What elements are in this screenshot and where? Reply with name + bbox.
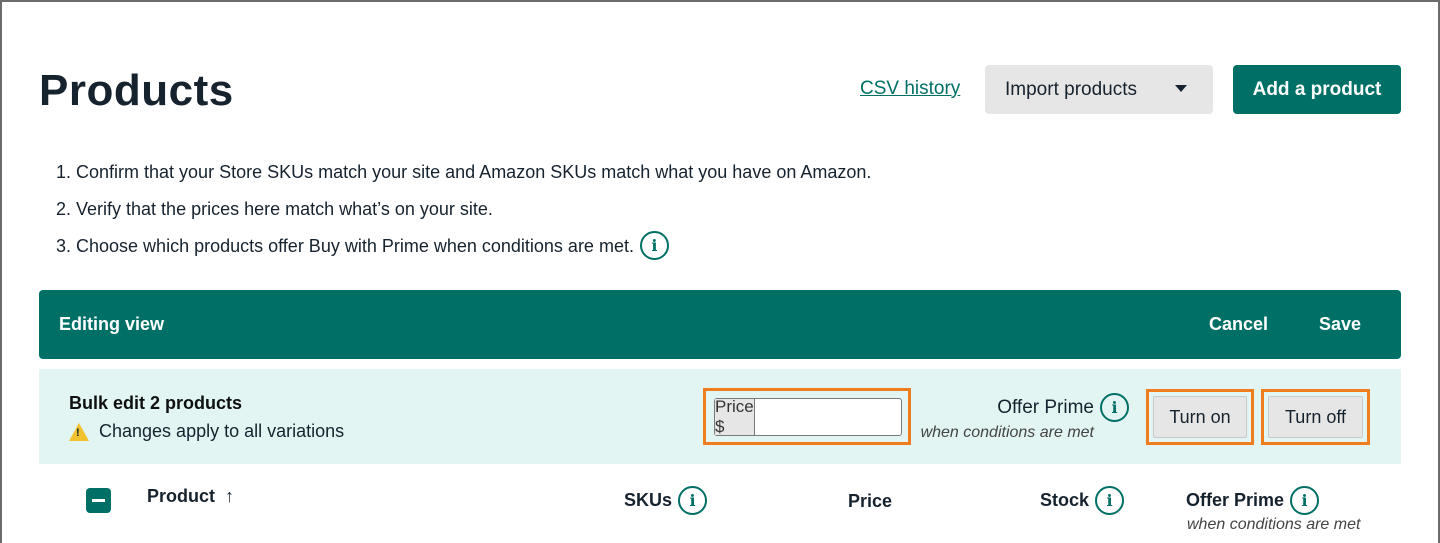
save-button[interactable]: Save	[1319, 314, 1361, 335]
csv-history-link[interactable]: CSV history	[860, 78, 960, 100]
instruction-step: 3. Choose which products offer Buy with …	[56, 227, 871, 264]
bulk-edit-title: Bulk edit 2 products	[69, 393, 243, 413]
bulk-edit-panel: Bulk edit 2 products ! Changes apply to …	[39, 369, 1401, 464]
import-products-label: Import products	[1005, 78, 1137, 100]
sort-up-icon: ↑	[225, 486, 235, 506]
import-products-button[interactable]: Import products	[985, 65, 1213, 114]
info-icon[interactable]: i	[1100, 393, 1129, 422]
turn-off-button[interactable]: Turn off	[1268, 396, 1363, 438]
column-offer-prime: Offer Prime i	[1186, 486, 1320, 515]
column-skus: SKUs i	[624, 486, 708, 515]
instruction-step: 1. Confirm that your Store SKUs match yo…	[56, 161, 872, 182]
price-prefix: Price $	[715, 397, 755, 436]
turn-off-highlight: Turn off	[1261, 389, 1370, 445]
select-all-checkbox[interactable]	[86, 488, 111, 513]
bulk-edit-note-text: Changes apply to all variations	[99, 421, 345, 441]
turn-on-button[interactable]: Turn on	[1153, 396, 1247, 438]
info-icon[interactable]: i	[639, 231, 669, 260]
add-product-button[interactable]: Add a product	[1233, 65, 1401, 114]
info-icon[interactable]: i	[1095, 486, 1125, 515]
bulk-edit-note: ! Changes apply to all variations	[69, 421, 344, 442]
turn-on-highlight: Turn on	[1146, 389, 1254, 445]
offer-prime-label: Offer Prime i when conditions are met	[921, 393, 1129, 442]
column-product[interactable]: Product ↑	[147, 486, 234, 507]
cancel-button[interactable]: Cancel	[1209, 314, 1268, 335]
offer-prime-sub: when conditions are met	[920, 424, 1094, 441]
info-icon[interactable]: i	[678, 486, 708, 515]
editing-view-bar: Editing view Cancel Save	[39, 290, 1401, 359]
price-field: Price $	[714, 397, 988, 436]
instructions-list: 1. Confirm that your Store SKUs match yo…	[56, 153, 871, 264]
warning-icon: !	[69, 422, 89, 441]
caret-down-icon	[1175, 85, 1187, 92]
column-price: Price	[848, 491, 893, 511]
instruction-step: 2. Verify that the prices here match wha…	[56, 198, 493, 219]
column-stock: Stock i	[1040, 486, 1125, 515]
price-highlight: Price $	[703, 388, 988, 445]
column-offer-prime-sub: when conditions are met	[1187, 516, 1361, 533]
info-icon[interactable]: i	[1290, 486, 1320, 515]
table-header: Product ↑ SKUs i Price Stock i Offer Pri…	[39, 478, 1401, 543]
editing-view-label: Editing view	[59, 314, 165, 334]
page-title: Products	[39, 66, 234, 115]
